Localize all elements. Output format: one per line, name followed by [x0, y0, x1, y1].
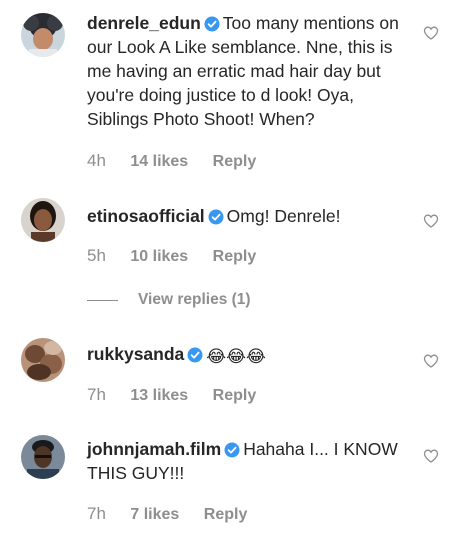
- comment-time: 5h: [87, 246, 106, 265]
- view-replies-label: View replies (1): [138, 291, 251, 308]
- avatar[interactable]: [21, 435, 65, 479]
- divider: [87, 300, 118, 301]
- comment-time: 7h: [87, 504, 106, 523]
- heart-outline-icon[interactable]: [423, 25, 439, 41]
- comment-likes[interactable]: 10 likes: [130, 248, 188, 266]
- comment-time: 7h: [87, 385, 106, 404]
- verified-badge-icon: [208, 209, 224, 225]
- comment-text: Omg! Denrele!: [226, 206, 341, 226]
- reply-button[interactable]: Reply: [204, 506, 248, 524]
- comment-meta: 7h 13 likes Reply: [87, 385, 256, 405]
- comment-username[interactable]: etinosaofficial: [87, 206, 205, 226]
- comment-body: denrele_edun Too many mentions on our Loo…: [87, 11, 412, 131]
- heart-outline-icon[interactable]: [423, 213, 439, 229]
- heart-outline-icon[interactable]: [423, 448, 439, 464]
- comment-username[interactable]: rukkysanda: [87, 344, 184, 364]
- avatar[interactable]: [21, 198, 65, 242]
- comment-likes[interactable]: 14 likes: [130, 153, 188, 171]
- comment-body: rukkysanda 😂😂😂: [87, 342, 412, 369]
- comment-likes[interactable]: 7 likes: [130, 506, 179, 524]
- reply-button[interactable]: Reply: [213, 387, 257, 405]
- comment-likes[interactable]: 13 likes: [130, 387, 188, 405]
- comment-meta: 4h 14 likes Reply: [87, 151, 256, 171]
- verified-badge-icon: [204, 16, 220, 32]
- comment-body: johnnjamah.film Hahaha I... I KNOW THIS G…: [87, 437, 412, 485]
- comment-meta: 7h 7 likes Reply: [87, 504, 247, 524]
- avatar[interactable]: [21, 338, 65, 382]
- comment-text: 😂😂😂: [206, 347, 266, 366]
- comment-time: 4h: [87, 151, 106, 170]
- verified-badge-icon: [224, 442, 240, 458]
- avatar[interactable]: [21, 13, 65, 57]
- reply-button[interactable]: Reply: [213, 248, 257, 266]
- comment-username[interactable]: johnnjamah.film: [87, 439, 221, 459]
- comment-body: etinosaofficial Omg! Denrele!: [87, 204, 412, 228]
- reply-button[interactable]: Reply: [213, 153, 257, 171]
- verified-badge-icon: [187, 347, 203, 363]
- heart-outline-icon[interactable]: [423, 353, 439, 369]
- comment-meta: 5h 10 likes Reply: [87, 246, 256, 266]
- comment-username[interactable]: denrele_edun: [87, 13, 201, 33]
